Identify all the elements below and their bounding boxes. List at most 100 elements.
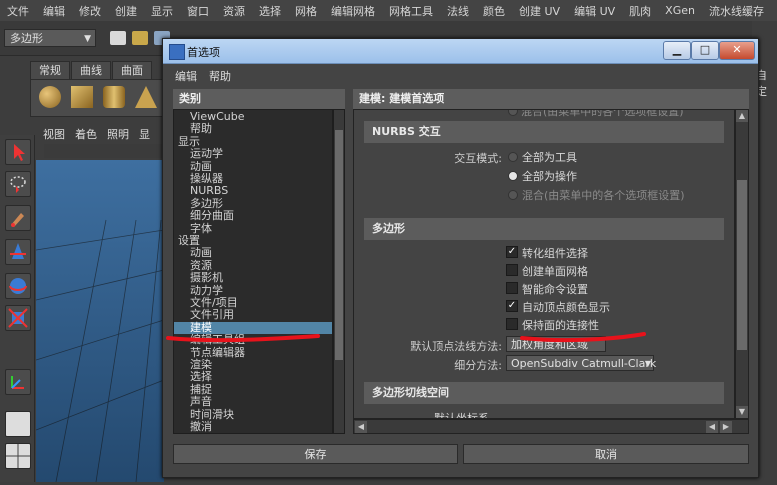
minimize-button[interactable]: ▁: [663, 41, 691, 60]
category-item[interactable]: 多边形: [174, 197, 332, 210]
checkbox-single-sided[interactable]: [506, 264, 518, 276]
menu-edit[interactable]: 编辑: [175, 68, 197, 84]
menu-item[interactable]: XGen: [658, 4, 702, 17]
cone-icon[interactable]: [135, 86, 157, 108]
four-pane-layout-icon[interactable]: [5, 443, 31, 469]
radio-all-operations[interactable]: [508, 171, 518, 181]
single-pane-layout-icon[interactable]: [5, 411, 31, 437]
checkbox-smart-command[interactable]: [506, 282, 518, 294]
category-item[interactable]: 帮助: [174, 123, 332, 135]
normal-method-dropdown[interactable]: 加权角度和区域: [506, 336, 606, 352]
cylinder-icon[interactable]: [103, 86, 125, 108]
category-item[interactable]: 显示: [174, 135, 332, 148]
category-item[interactable]: 编辑工具组: [174, 334, 332, 346]
cube-icon[interactable]: [71, 86, 93, 108]
menu-item[interactable]: 修改: [72, 3, 108, 19]
menu-item[interactable]: 显示: [144, 3, 180, 19]
scroll-right-icon[interactable]: ▶: [720, 421, 732, 433]
subdiv-method-dropdown[interactable]: OpenSubdiv Catmull-Clark ▼: [506, 355, 656, 371]
viewport-3d[interactable]: [35, 160, 165, 483]
shelf-tab[interactable]: 常规: [30, 61, 70, 81]
scroll-down-icon[interactable]: ▼: [736, 406, 748, 418]
menu-item[interactable]: 创建: [108, 3, 144, 19]
category-item[interactable]: 运动学: [174, 148, 332, 160]
axis-icon[interactable]: [5, 369, 31, 395]
custom-shelf-tab[interactable]: 自定: [756, 67, 777, 99]
category-item-selected[interactable]: 建模: [174, 321, 332, 334]
select-tool-icon[interactable]: [5, 139, 31, 165]
category-item[interactable]: NURBS: [174, 185, 332, 197]
paint-select-icon[interactable]: [5, 205, 31, 231]
settings-hscrollbar[interactable]: ◀ ◀ ▶: [353, 419, 749, 434]
shelf-tab[interactable]: 曲线: [71, 61, 111, 81]
rotate-tool-icon[interactable]: [5, 273, 31, 299]
radio-all-tools[interactable]: [508, 152, 518, 162]
checkbox-auto-vertex-color[interactable]: ✓: [506, 300, 518, 312]
menu-item[interactable]: 选择: [252, 3, 288, 19]
maximize-button[interactable]: □: [691, 41, 719, 60]
menu-item[interactable]: 窗口: [180, 3, 216, 19]
settings-vscrollbar[interactable]: ▲ ▼: [735, 109, 749, 419]
mode-selector[interactable]: 多边形 ▼: [4, 29, 96, 47]
menu-item[interactable]: 编辑: [36, 3, 72, 19]
polygon-section-header[interactable]: 多边形: [364, 218, 724, 240]
menu-item[interactable]: 法线: [440, 3, 476, 19]
category-item[interactable]: 捕捉: [174, 383, 332, 396]
category-item[interactable]: 节点编辑器: [174, 346, 332, 359]
scale-tool-icon[interactable]: [5, 305, 31, 331]
menu-item[interactable]: 文件: [0, 3, 36, 19]
menu-item[interactable]: 编辑网格: [324, 3, 382, 19]
cancel-button[interactable]: 取消: [463, 444, 749, 464]
menu-help[interactable]: 帮助: [209, 68, 231, 84]
scroll-left-icon[interactable]: ◀: [355, 421, 367, 433]
category-item[interactable]: 撤消: [174, 421, 332, 433]
save-button[interactable]: 保存: [173, 444, 458, 464]
cut-radio[interactable]: [508, 110, 518, 116]
menu-item[interactable]: 创建 UV: [512, 3, 567, 19]
checkbox-convert-component[interactable]: ✓: [506, 246, 518, 258]
sphere-icon[interactable]: [39, 86, 61, 108]
checkbox-keep-face-connectivity[interactable]: [506, 318, 518, 330]
settings-vscroll-thumb[interactable]: [737, 180, 747, 350]
category-item[interactable]: 动画: [174, 247, 332, 259]
menu-item[interactable]: 流水线缓存: [702, 3, 771, 19]
viewport-menu-item[interactable]: 视图: [38, 126, 70, 143]
category-item[interactable]: 操纵器: [174, 173, 332, 185]
category-item[interactable]: 字体: [174, 222, 332, 235]
scroll-left-end-icon[interactable]: ◀: [706, 421, 718, 433]
category-item[interactable]: 文件引用: [174, 309, 332, 321]
category-item[interactable]: 时间滑块: [174, 408, 332, 421]
dialog-title-bar[interactable]: 首选项 ▁ □ ✕: [163, 39, 758, 64]
category-item[interactable]: 动力学: [174, 284, 332, 297]
nurbs-section-header[interactable]: NURBS 交互: [364, 121, 724, 143]
menu-item[interactable]: 资源: [216, 3, 252, 19]
menu-item[interactable]: 编辑 UV: [567, 3, 622, 19]
menu-item[interactable]: 网格: [288, 3, 324, 19]
viewport-menu-item[interactable]: 照明: [102, 126, 134, 143]
category-item[interactable]: 声音: [174, 396, 332, 408]
category-item[interactable]: 摄影机: [174, 272, 332, 284]
category-item[interactable]: 资源: [174, 259, 332, 272]
menu-item[interactable]: 肌肉: [622, 3, 658, 19]
menu-item[interactable]: 颜色: [476, 3, 512, 19]
category-scrollbar[interactable]: [333, 109, 345, 434]
category-item[interactable]: 设置: [174, 235, 332, 247]
category-scroll-thumb[interactable]: [335, 130, 343, 360]
close-button[interactable]: ✕: [719, 41, 755, 60]
lasso-tool-icon[interactable]: [5, 171, 31, 197]
viewport-menu-item[interactable]: 显: [134, 126, 155, 143]
menu-item[interactable]: Bifrost: [771, 4, 777, 17]
category-list[interactable]: ViewCube 帮助 显示 运动学 动画 操纵器 NURBS 多边形 细分曲面 字体 设置 动画 资源…: [173, 109, 333, 434]
tangent-section-header[interactable]: 多边形切线空间: [364, 382, 724, 404]
menu-item[interactable]: 网格工具: [382, 3, 440, 19]
scroll-up-icon[interactable]: ▲: [736, 110, 748, 122]
viewport-menu-item[interactable]: 着色: [70, 126, 102, 143]
radio-mixed[interactable]: [508, 190, 518, 200]
category-item[interactable]: 动画: [174, 160, 332, 173]
category-item[interactable]: 选择: [174, 371, 332, 383]
shelf-tab[interactable]: 曲面: [112, 61, 152, 81]
open-folder-icon[interactable]: [132, 31, 148, 45]
move-tool-icon[interactable]: [5, 239, 31, 265]
category-item[interactable]: 细分曲面: [174, 210, 332, 222]
new-scene-icon[interactable]: [110, 31, 126, 45]
